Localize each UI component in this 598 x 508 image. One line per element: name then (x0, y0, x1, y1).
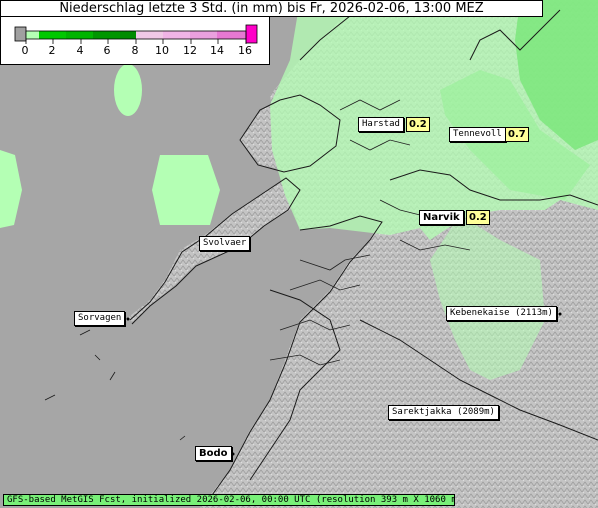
value-badge-harstad: 0.2 (406, 117, 430, 132)
legend-swatch-7 (163, 31, 190, 39)
legend-swatch-5 (120, 31, 136, 39)
place-label-sarektjakka[interactable]: Sarektjakka (2089m) (388, 405, 499, 420)
legend-tick-4: 4 (76, 44, 84, 57)
color-legend (0, 17, 270, 65)
legend-swatch-2 (39, 31, 66, 39)
forecast-info-footer: GFS-based MetGIS Fcst, initialized 2026-… (3, 494, 455, 506)
legend-swatch-4 (93, 31, 120, 39)
legend-swatch-6 (136, 31, 163, 39)
legend-tick-8: 8 (131, 44, 139, 57)
map-title: Niederschlag letzte 3 Std. (in mm) bis F… (0, 0, 543, 17)
legend-swatch-3 (66, 31, 93, 39)
legend-tick-12: 12 (183, 44, 197, 57)
value-badge-tennevoll: 0.7 (505, 127, 529, 142)
value-badge-narvik: 0.2 (466, 210, 490, 225)
place-label-svolvaer[interactable]: Svolvaer (199, 236, 251, 251)
precipitation-map[interactable] (0, 0, 598, 508)
legend-swatch-10 (245, 24, 258, 44)
place-label-kebnekaise[interactable]: Kebenekaise (2113m) (446, 306, 557, 321)
legend-tick-14: 14 (210, 44, 224, 57)
legend-tick-6: 6 (103, 44, 111, 57)
place-label-narvik[interactable]: Narvik (419, 210, 464, 225)
place-label-sorvagen[interactable]: Sorvagen (74, 311, 126, 326)
legend-tick-10: 10 (155, 44, 169, 57)
legend-tick-16: 16 (238, 44, 252, 57)
legend-tick-2: 2 (48, 44, 56, 57)
legend-colorbar (14, 24, 258, 44)
legend-swatch-8 (190, 31, 217, 39)
legend-swatch-9 (217, 31, 246, 39)
legend-swatch-0 (14, 26, 27, 42)
legend-swatch-1 (26, 31, 39, 39)
place-label-harstad[interactable]: Harstad (358, 117, 404, 132)
place-label-bodo[interactable]: Bodo (195, 446, 232, 461)
legend-tick-0: 0 (21, 44, 29, 57)
precip-patch-2 (152, 155, 220, 225)
precip-patch-1 (114, 64, 142, 116)
place-label-tennevoll[interactable]: Tennevoll (449, 127, 506, 142)
